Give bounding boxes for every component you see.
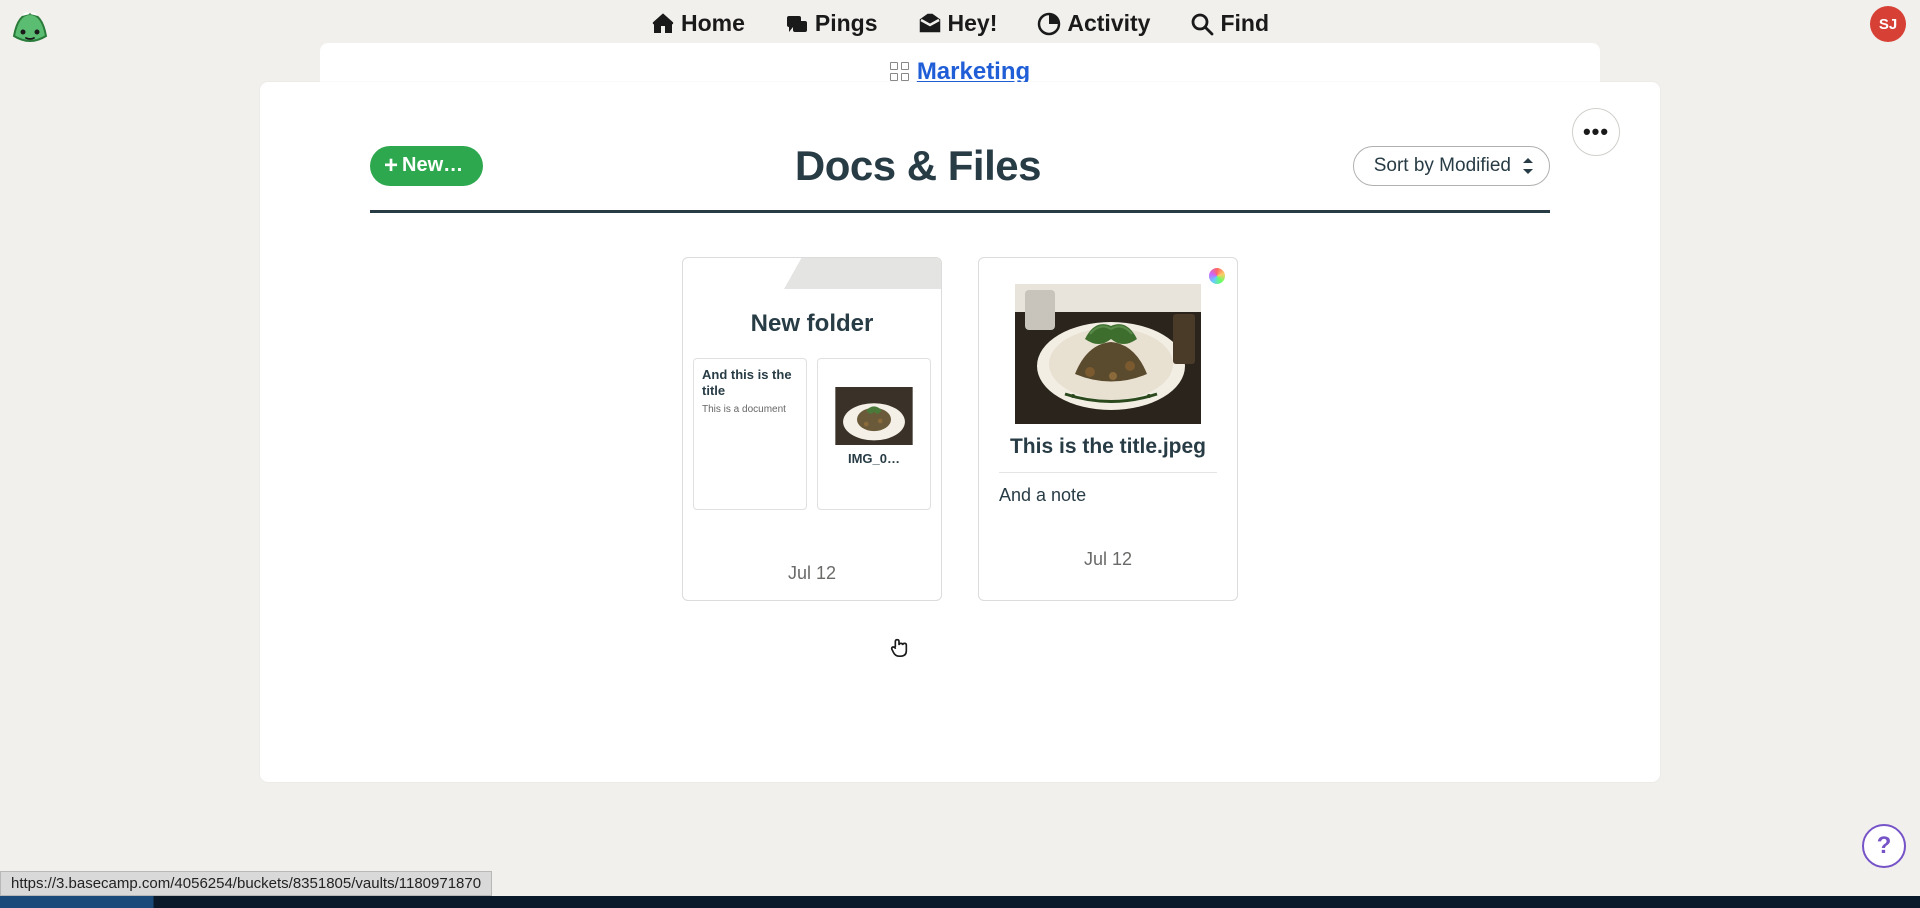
nav-home[interactable]: Home [651,10,745,37]
nav-activity[interactable]: Activity [1037,10,1150,37]
file-note: And a note [993,485,1223,506]
mini-image-label: IMG_0… [826,451,922,466]
search-icon [1190,12,1214,36]
nav-home-label: Home [681,10,745,37]
sort-select[interactable]: Sort by Modified [1353,146,1550,186]
status-bar-url: https://3.basecamp.com/4056254/buckets/8… [0,871,492,896]
more-options-button[interactable]: ••• [1572,108,1620,156]
sort-label: Sort by Modified [1374,155,1511,177]
toolbar: + New… Docs & Files Sort by Modified [300,142,1620,190]
color-label-icon [1209,268,1225,284]
folder-tab [802,257,942,289]
new-button-label: New… [402,154,463,177]
nav-hey-label: Hey! [948,10,998,37]
divider [370,210,1550,213]
nav-activity-label: Activity [1067,10,1150,37]
file-divider [999,472,1217,473]
folder-title: New folder [683,310,941,338]
main-panel: ••• + New… Docs & Files Sort by Modified… [260,82,1660,782]
project-icon [890,62,909,81]
nav-find[interactable]: Find [1190,10,1269,37]
top-navigation: Home Pings Hey! Activity Find [0,0,1920,43]
nav-pings[interactable]: Pings [785,10,878,37]
mini-document-title: And this is the title [702,367,798,401]
page-title: Docs & Files [795,142,1041,190]
nav-pings-label: Pings [815,10,878,37]
os-taskbar [0,896,1920,908]
new-button[interactable]: + New… [370,146,483,186]
mini-document-body: This is a document [702,404,798,415]
mini-thumbnail [835,387,913,445]
pings-icon [785,12,809,36]
user-avatar[interactable]: SJ [1870,6,1906,42]
file-card[interactable]: This is the title.jpeg And a note Jul 12 [978,257,1238,601]
file-thumbnail [1015,284,1201,424]
mini-image: IMG_0… [817,358,931,510]
folder-card[interactable]: New folder And this is the title This is… [682,257,942,601]
basecamp-logo[interactable] [8,6,52,44]
home-icon [651,12,675,36]
file-date: Jul 12 [993,549,1223,586]
mini-document: And this is the title This is a document [693,358,807,510]
help-button[interactable]: ? [1862,824,1906,868]
plus-icon: + [384,154,398,178]
hey-icon [918,12,942,36]
folder-contents: And this is the title This is a document [683,338,941,530]
items-grid: New folder And this is the title This is… [300,257,1620,601]
folder-date: Jul 12 [683,563,941,600]
activity-icon [1037,12,1061,36]
file-title: This is the title.jpeg [993,434,1223,460]
nav-find-label: Find [1220,10,1269,37]
nav-hey[interactable]: Hey! [918,10,998,37]
